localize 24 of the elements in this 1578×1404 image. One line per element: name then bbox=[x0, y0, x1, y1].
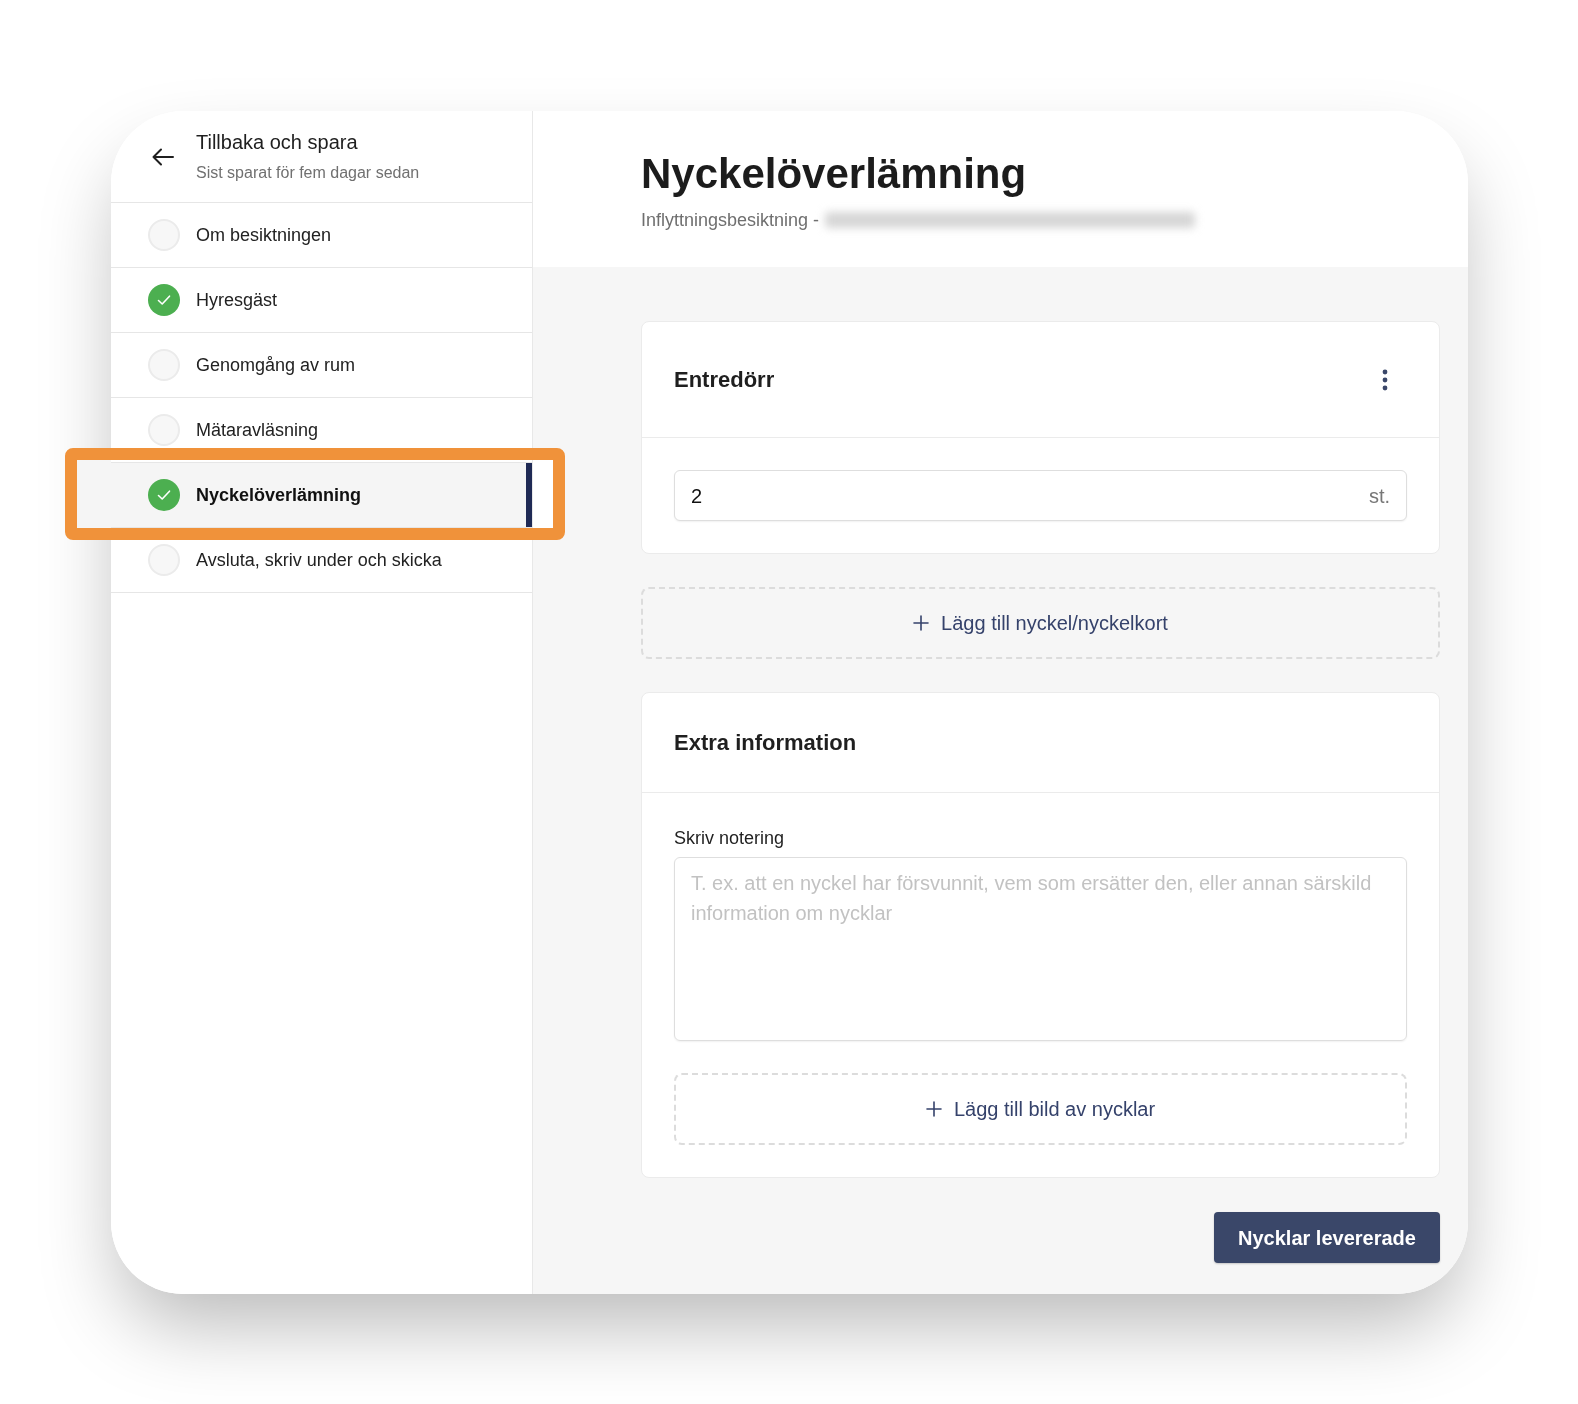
count-field[interactable]: 2 st. bbox=[674, 470, 1407, 521]
back-title: Tillbaka och spara bbox=[196, 130, 359, 155]
step-item[interactable]: Avsluta, skriv under och skicka bbox=[111, 543, 532, 577]
submit-button[interactable]: Nycklar levererade bbox=[1214, 1212, 1440, 1263]
save-status: Sist sparat för fem dagar sedan bbox=[196, 163, 420, 183]
plus-icon bbox=[913, 615, 930, 631]
count-input[interactable]: 2 bbox=[691, 480, 1369, 511]
page-subtitle: Inflyttningsbesiktning - bbox=[641, 209, 820, 232]
step-item[interactable]: Nyckelöverlämning bbox=[111, 463, 532, 527]
card-title: Entredörr bbox=[674, 366, 775, 394]
step-item[interactable]: Om besiktningen bbox=[111, 218, 532, 252]
card-title: Extra information bbox=[674, 729, 857, 757]
add-key-button[interactable]: Lägg till nyckel/nyckelkort bbox=[641, 587, 1440, 659]
step-item[interactable]: Hyresgäst bbox=[111, 283, 532, 317]
plus-icon bbox=[925, 1101, 942, 1117]
kebab-menu-icon bbox=[1382, 368, 1388, 391]
step-item[interactable]: Genomgång av rum bbox=[111, 348, 532, 382]
step-item[interactable]: Mätaravläsning bbox=[111, 413, 532, 447]
unit-label: st. bbox=[1368, 483, 1390, 509]
add-photo-button[interactable]: Lägg till bild av nycklar bbox=[674, 1073, 1407, 1145]
page-title: Nyckelöverlämning bbox=[641, 149, 1028, 199]
note-field[interactable]: T. ex. att en nyckel har försvunnit, vem som ersätter den, eller annan särskild information om nycklar bbox=[674, 857, 1407, 1041]
note-label: Skriv notering bbox=[674, 827, 786, 850]
arrow-left-icon bbox=[152, 147, 174, 166]
